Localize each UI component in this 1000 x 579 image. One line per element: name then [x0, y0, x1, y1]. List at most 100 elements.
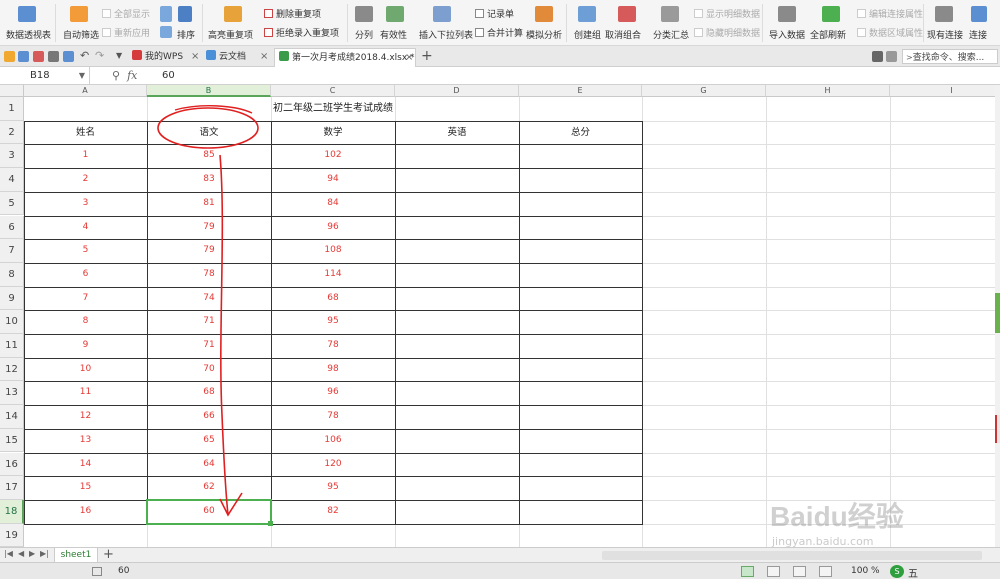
table-cell[interactable]: 71 [147, 310, 271, 334]
ungroup-icon[interactable] [618, 6, 636, 22]
table-cell[interactable]: 15 [24, 476, 147, 500]
close-icon[interactable]: × [191, 48, 199, 66]
scroll-thumb[interactable] [995, 293, 1000, 333]
sort-za-icon[interactable] [160, 26, 172, 38]
sort-az-icon[interactable] [160, 6, 172, 22]
command-search-input[interactable]: >查找命令、搜索... [902, 49, 998, 64]
reject-duplicates-button[interactable]: 拒绝录入重复项 [264, 26, 339, 39]
simulate-analysis-icon[interactable] [535, 6, 553, 22]
column-header-D[interactable]: D [395, 85, 519, 97]
funnel-icon[interactable] [70, 6, 88, 22]
first-sheet-icon[interactable]: |◀ [4, 549, 13, 558]
pivot-table-icon[interactable] [18, 6, 36, 22]
table-cell[interactable]: 68 [147, 381, 271, 405]
table-cell[interactable]: 3 [24, 192, 147, 216]
screen-mode-icon[interactable] [872, 51, 883, 62]
ime-mode[interactable]: 五 [908, 565, 918, 579]
row-header-16[interactable]: 16 [0, 452, 24, 477]
close-icon[interactable]: × [260, 48, 268, 66]
row-header-18[interactable]: 18 [0, 499, 24, 524]
table-header-cell[interactable]: 姓名 [24, 121, 147, 145]
row-header-2[interactable]: 2 [0, 120, 24, 145]
table-cell[interactable]: 84 [271, 192, 395, 216]
table-cell[interactable]: 8 [24, 310, 147, 334]
refresh-all-button[interactable]: 全部刷新 [810, 28, 846, 41]
vertical-scrollbar[interactable] [995, 85, 1000, 547]
table-cell[interactable]: 81 [147, 192, 271, 216]
quick-access-dropdown-icon[interactable]: ▼ [116, 51, 127, 62]
export-pdf-icon[interactable] [33, 51, 44, 62]
tab-my-wps[interactable]: 我的WPS × [128, 48, 200, 67]
table-cell[interactable]: 85 [147, 144, 271, 168]
pivot-table-button[interactable]: 数据透视表 [6, 28, 51, 41]
row-header-17[interactable]: 17 [0, 476, 24, 500]
edit-link-button[interactable]: 编辑连接属性 [857, 7, 923, 20]
table-cell[interactable]: 1 [24, 144, 147, 168]
row-header-14[interactable]: 14 [0, 405, 24, 429]
tab-spreadsheet-file[interactable]: 第一次月考成绩2018.4.xlsx * × [274, 48, 416, 67]
existing-connection-button[interactable]: 现有连接 [927, 28, 963, 41]
table-header-cell[interactable]: 英语 [395, 121, 519, 145]
autofilter-button[interactable]: 自动筛选 [63, 28, 99, 41]
validity-button[interactable]: 有效性 [380, 28, 407, 41]
reapply-button[interactable]: 重新应用 [102, 26, 150, 39]
split-column-button[interactable]: 分列 [355, 28, 373, 41]
table-cell[interactable]: 96 [271, 381, 395, 405]
table-header-cell[interactable]: 语文 [147, 121, 271, 145]
row-header-7[interactable]: 7 [0, 239, 24, 263]
column-header-E[interactable]: E [519, 85, 642, 97]
macro-record-icon[interactable] [92, 567, 102, 576]
normal-view-button[interactable] [741, 566, 754, 577]
page-break-view-button[interactable] [793, 566, 806, 577]
table-cell[interactable]: 78 [271, 334, 395, 358]
open-folder-icon[interactable] [4, 51, 15, 62]
row-header-9[interactable]: 9 [0, 286, 24, 311]
refresh-all-icon[interactable] [822, 6, 840, 22]
selected-cell[interactable] [146, 498, 272, 525]
name-box[interactable]: B18 ▼ [0, 67, 90, 84]
table-cell[interactable]: 71 [147, 334, 271, 358]
insert-dropdown-icon[interactable] [433, 6, 451, 22]
zoom-lookup-icon[interactable]: ⚲ [112, 69, 120, 82]
close-icon[interactable]: × [405, 49, 413, 67]
subtotal-icon[interactable] [661, 6, 679, 22]
row-header-8[interactable]: 8 [0, 262, 24, 287]
new-tab-button[interactable]: + [421, 48, 433, 64]
prev-sheet-icon[interactable]: ◀ [18, 549, 24, 558]
chevron-down-icon[interactable]: ▼ [79, 67, 85, 84]
fill-handle[interactable] [268, 520, 273, 526]
table-cell[interactable]: 2 [24, 168, 147, 192]
zoom-level[interactable]: 100 % [851, 566, 880, 576]
table-cell[interactable]: 13 [24, 429, 147, 453]
sort-button[interactable]: 排序 [177, 28, 195, 41]
create-group-icon[interactable] [578, 6, 596, 22]
existing-connection-icon[interactable] [935, 6, 953, 22]
table-cell[interactable]: 5 [24, 239, 147, 263]
add-sheet-button[interactable]: + [103, 547, 114, 562]
print-preview-icon[interactable] [63, 51, 74, 62]
row-header-1[interactable]: 1 [0, 97, 24, 121]
next-sheet-icon[interactable]: ▶ [29, 549, 35, 558]
table-cell[interactable]: 106 [271, 429, 395, 453]
table-cell[interactable]: 9 [24, 334, 147, 358]
table-cell[interactable]: 78 [271, 405, 395, 429]
column-header-B[interactable]: B [147, 85, 271, 97]
table-cell[interactable]: 79 [147, 216, 271, 240]
row-header-12[interactable]: 12 [0, 357, 24, 382]
horizontal-scrollbar[interactable] [602, 551, 982, 560]
lock-icon[interactable] [886, 51, 897, 62]
table-cell[interactable]: 70 [147, 358, 271, 382]
column-header-C[interactable]: C [271, 85, 395, 97]
save-icon[interactable] [18, 51, 29, 62]
record-form-button[interactable]: 记录单 [475, 7, 514, 20]
ime-logo-icon[interactable]: S [890, 565, 904, 578]
row-header-4[interactable]: 4 [0, 168, 24, 192]
page-layout-view-button[interactable] [767, 566, 780, 577]
table-cell[interactable]: 78 [147, 263, 271, 287]
sort-icon[interactable] [178, 6, 192, 22]
table-cell[interactable]: 82 [271, 500, 395, 524]
table-cell[interactable]: 120 [271, 453, 395, 477]
row-header-3[interactable]: 3 [0, 144, 24, 169]
row-header-11[interactable]: 11 [0, 334, 24, 358]
redo-icon[interactable]: ↷ [95, 50, 106, 62]
